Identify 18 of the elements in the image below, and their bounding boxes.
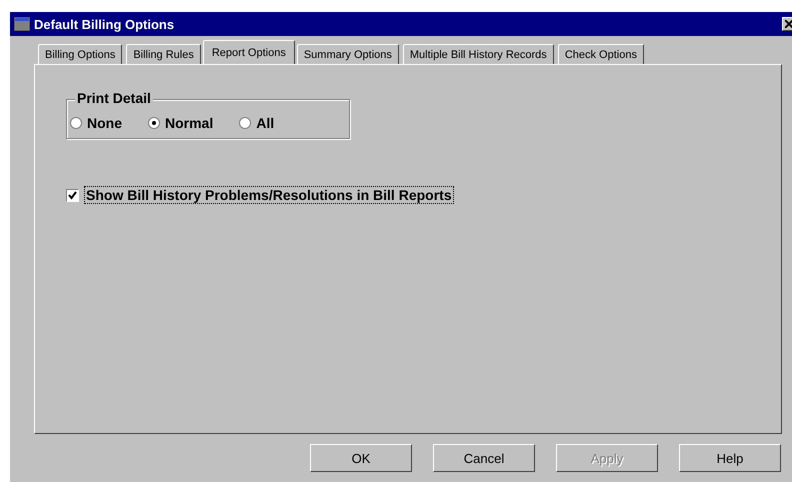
radio-option[interactable]: All xyxy=(239,115,274,131)
tab[interactable]: Billing Options xyxy=(38,44,122,64)
checkbox[interactable] xyxy=(66,188,79,202)
close-button[interactable] xyxy=(782,17,792,31)
tab[interactable]: Check Options xyxy=(558,44,644,64)
dialog-button[interactable]: OK xyxy=(310,444,412,472)
dialog-button[interactable]: Cancel xyxy=(433,444,535,472)
group-label: Print Detail xyxy=(75,90,153,106)
dialog-button[interactable]: Help xyxy=(679,444,781,472)
radio-option[interactable]: Normal xyxy=(148,115,214,131)
window-title: Default Billing Options xyxy=(34,16,174,32)
radio-option[interactable]: None xyxy=(70,115,122,131)
tab[interactable]: Report Options xyxy=(202,40,295,64)
checkbox-label[interactable]: Show Bill History Problems/Resolutions in Bill Reports xyxy=(85,187,453,203)
tab[interactable]: Multiple Bill History Records xyxy=(402,44,554,64)
window-icon xyxy=(14,17,30,31)
tab[interactable]: Summary Options xyxy=(296,44,399,64)
tab[interactable]: Billing Rules xyxy=(126,44,201,64)
